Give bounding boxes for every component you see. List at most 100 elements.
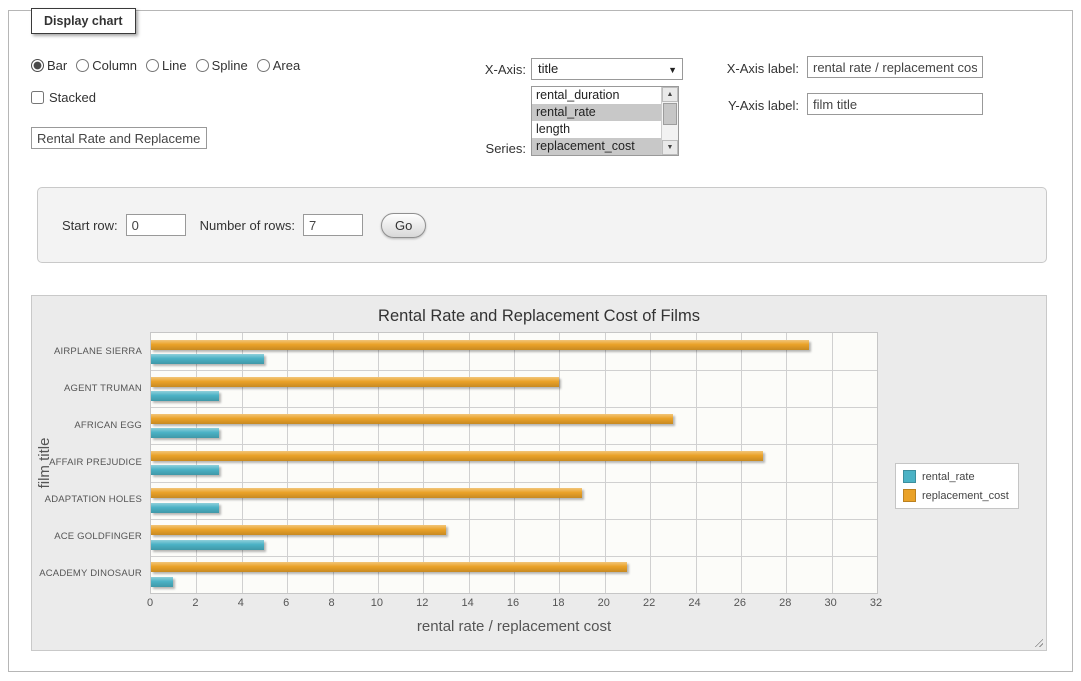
x-tick-label: 28 (770, 597, 800, 609)
gridline-vertical (514, 333, 515, 593)
gridline-horizontal (151, 407, 877, 408)
x-tick-label: 30 (816, 597, 846, 609)
legend-entry: replacement_cost (903, 489, 1009, 502)
chart-type-bar-radio[interactable] (31, 59, 44, 72)
panel-title: Display chart (31, 8, 136, 34)
x-tick-label: 14 (453, 597, 483, 609)
gridline-vertical (196, 333, 197, 593)
gridline-vertical (242, 333, 243, 593)
x-axis-ticks: 02468101214161820222426283032 (32, 597, 1046, 611)
gridline-horizontal (151, 556, 877, 557)
bar-replacement_cost (151, 488, 582, 498)
legend-label: replacement_cost (922, 490, 1009, 502)
series-option-rental_duration[interactable]: rental_duration (532, 87, 661, 104)
x-tick-label: 32 (861, 597, 891, 609)
chart-type-column-radio[interactable] (76, 59, 89, 72)
bar-rental_rate (151, 428, 219, 438)
y-axis-label-label: Y-Axis label: (649, 98, 799, 113)
bar-rental_rate (151, 503, 219, 513)
chart-title: Rental Rate and Replacement Cost of Film… (32, 307, 1046, 326)
scrollbar-up-icon: ▲ (667, 91, 674, 98)
stacked-row: Stacked (31, 90, 96, 105)
chart-type-bar-label: Bar (47, 58, 67, 73)
x-axis-selected-value: title (538, 61, 558, 76)
gridline-vertical (696, 333, 697, 593)
bar-replacement_cost (151, 451, 763, 461)
resize-handle-icon[interactable] (1032, 636, 1043, 647)
gridline-horizontal (151, 482, 877, 483)
gridline-horizontal (151, 444, 877, 445)
category-label: ACADEMY DINOSAUR (32, 568, 142, 579)
num-rows-input[interactable] (303, 214, 363, 236)
bar-replacement_cost (151, 377, 559, 387)
gridline-vertical (559, 333, 560, 593)
legend-swatch-rental_rate (903, 470, 916, 483)
x-axis-label-input[interactable] (807, 56, 983, 78)
plot-area (150, 332, 878, 594)
category-label: ACE GOLDFINGER (32, 531, 142, 542)
stacked-checkbox[interactable] (31, 91, 44, 104)
series-listbox[interactable]: rental_durationrental_ratelengthreplacem… (531, 86, 679, 156)
gridline-vertical (469, 333, 470, 593)
num-rows-label: Number of rows: (200, 218, 295, 233)
category-label: AFFAIR PREJUDICE (32, 457, 142, 468)
start-row-label: Start row: (62, 218, 118, 233)
series-options: rental_durationrental_ratelengthreplacem… (532, 87, 661, 155)
bar-replacement_cost (151, 525, 446, 535)
bar-rental_rate (151, 577, 173, 587)
chart-type-line-radio[interactable] (146, 59, 159, 72)
chart-type-area[interactable]: Area (257, 58, 300, 73)
chart-type-spline-label: Spline (212, 58, 248, 73)
scrollbar-down-button[interactable]: ▼ (662, 140, 678, 155)
gridline-vertical (786, 333, 787, 593)
x-tick-label: 6 (271, 597, 301, 609)
gridline-vertical (832, 333, 833, 593)
x-tick-label: 12 (407, 597, 437, 609)
x-tick-label: 26 (725, 597, 755, 609)
go-button[interactable]: Go (381, 213, 426, 238)
x-axis-title: rental rate / replacement cost (150, 618, 878, 635)
legend-label: rental_rate (922, 471, 975, 483)
x-tick-label: 2 (180, 597, 210, 609)
category-label: AFRICAN EGG (32, 420, 142, 431)
stacked-label: Stacked (49, 90, 96, 105)
chart-type-area-radio[interactable] (257, 59, 270, 72)
start-row-input[interactable] (126, 214, 186, 236)
legend-swatch-replacement_cost (903, 489, 916, 502)
chart-type-spline[interactable]: Spline (196, 58, 248, 73)
y-axis-label-input[interactable] (807, 93, 983, 115)
x-tick-label: 22 (634, 597, 664, 609)
bar-replacement_cost (151, 414, 673, 424)
chart-type-line[interactable]: Line (146, 58, 187, 73)
x-tick-label: 0 (135, 597, 165, 609)
gridline-horizontal (151, 519, 877, 520)
gridline-vertical (333, 333, 334, 593)
category-label: AGENT TRUMAN (32, 383, 142, 394)
chart-type-spline-radio[interactable] (196, 59, 209, 72)
x-tick-label: 4 (226, 597, 256, 609)
gridline-vertical (287, 333, 288, 593)
x-tick-label: 8 (317, 597, 347, 609)
x-axis-select-label: X-Axis: (426, 62, 526, 77)
chart-type-area-label: Area (273, 58, 300, 73)
display-chart-panel: Display chart Bar Column Line Spline Are… (8, 10, 1073, 672)
category-label: ADAPTATION HOLES (32, 494, 142, 505)
bar-rental_rate (151, 354, 264, 364)
series-option-length[interactable]: length (532, 121, 661, 138)
x-tick-label: 10 (362, 597, 392, 609)
chart-type-bar[interactable]: Bar (31, 58, 67, 73)
gridline-vertical (423, 333, 424, 593)
series-option-replacement_cost[interactable]: replacement_cost (532, 138, 661, 155)
gridline-horizontal (151, 370, 877, 371)
bar-rental_rate (151, 540, 264, 550)
legend-entry: rental_rate (903, 470, 1009, 483)
gridline-vertical (741, 333, 742, 593)
series-list-label: Series: (426, 141, 526, 156)
x-tick-label: 20 (589, 597, 619, 609)
x-tick-label: 18 (543, 597, 573, 609)
chart-type-column[interactable]: Column (76, 58, 137, 73)
chart-title-input[interactable] (31, 127, 207, 149)
chart-type-group: Bar Column Line Spline Area (31, 58, 309, 73)
x-axis-label-label: X-Axis label: (649, 61, 799, 76)
series-option-rental_rate[interactable]: rental_rate (532, 104, 661, 121)
